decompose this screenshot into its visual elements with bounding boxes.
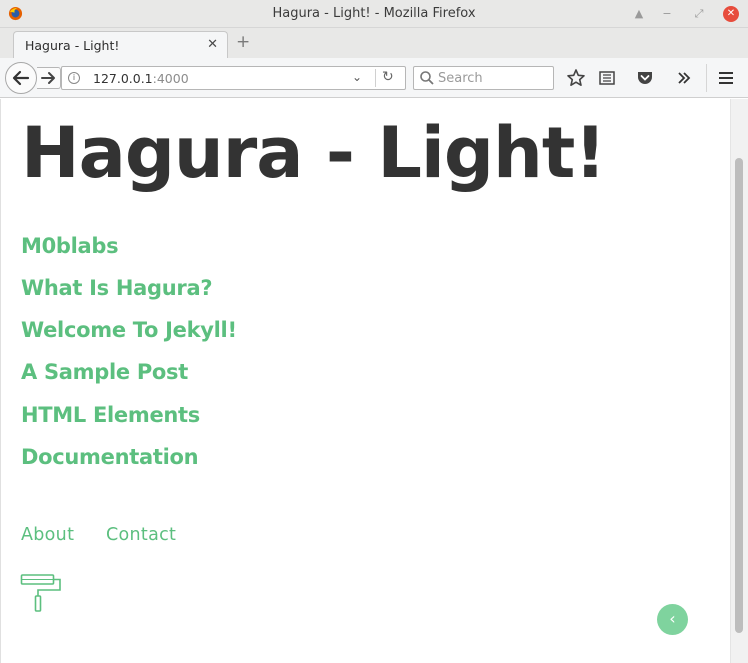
- scrollbar-thumb[interactable]: [735, 158, 743, 633]
- chevron-left-icon: ‹: [669, 609, 676, 628]
- tab-hagura-light[interactable]: Hagura - Light! ✕: [13, 31, 228, 59]
- post-link-m0blabs[interactable]: M0blabs: [21, 234, 119, 258]
- tab-strip: Hagura - Light! ✕: [0, 28, 748, 59]
- post-link-welcome-to-jekyll[interactable]: Welcome To Jekyll!: [21, 318, 237, 342]
- new-tab-button[interactable]: +: [236, 33, 250, 51]
- reload-icon[interactable]: ↻: [382, 69, 394, 85]
- reading-list-icon[interactable]: [596, 67, 618, 89]
- url-text[interactable]: 127.0.0.1:4000: [93, 71, 189, 86]
- post-link-documentation[interactable]: Documentation: [21, 445, 199, 469]
- minimize-icon[interactable]: −: [659, 6, 675, 22]
- post-link-html-elements[interactable]: HTML Elements: [21, 403, 200, 427]
- search-placeholder: Search: [438, 71, 483, 86]
- post-link-what-is-hagura[interactable]: What Is Hagura?: [21, 276, 213, 300]
- back-button[interactable]: [5, 62, 37, 94]
- back-to-top-button[interactable]: ‹: [657, 604, 688, 635]
- search-box[interactable]: Search: [413, 66, 554, 90]
- bookmark-star-icon[interactable]: [565, 67, 587, 89]
- forward-button[interactable]: [37, 67, 61, 89]
- paint-roller-icon[interactable]: [20, 572, 64, 614]
- overflow-chevrons-icon[interactable]: [673, 67, 695, 89]
- search-icon: [420, 71, 434, 85]
- arrow-right-icon: [41, 72, 55, 84]
- minimize-up-icon[interactable]: ▲: [631, 6, 647, 22]
- close-window-button[interactable]: ✕: [723, 6, 739, 22]
- site-info-icon[interactable]: i: [68, 72, 80, 84]
- url-bar-divider: [375, 69, 376, 87]
- url-history-dropdown-icon[interactable]: ⌄: [352, 70, 362, 84]
- footer-link-contact[interactable]: Contact: [106, 525, 176, 545]
- hamburger-menu-icon[interactable]: [715, 67, 737, 89]
- url-bar[interactable]: i 127.0.0.1:4000 ⌄ ↻: [61, 66, 406, 90]
- arrow-left-icon: [12, 70, 30, 86]
- pocket-icon[interactable]: [634, 67, 656, 89]
- toolbar-divider: [706, 64, 707, 92]
- tab-label: Hagura - Light!: [25, 38, 120, 53]
- restore-icon[interactable]: ⤢: [691, 6, 707, 22]
- post-link-a-sample-post[interactable]: A Sample Post: [21, 360, 188, 384]
- close-tab-icon[interactable]: ✕: [207, 37, 218, 52]
- navigation-toolbar: i 127.0.0.1:4000 ⌄ ↻ Search: [0, 58, 748, 98]
- site-title: Hagura - Light!: [21, 112, 606, 194]
- footer-link-about[interactable]: About: [21, 525, 74, 545]
- window-titlebar: Hagura - Light! - Mozilla Firefox ▲ − ⤢ …: [0, 0, 748, 28]
